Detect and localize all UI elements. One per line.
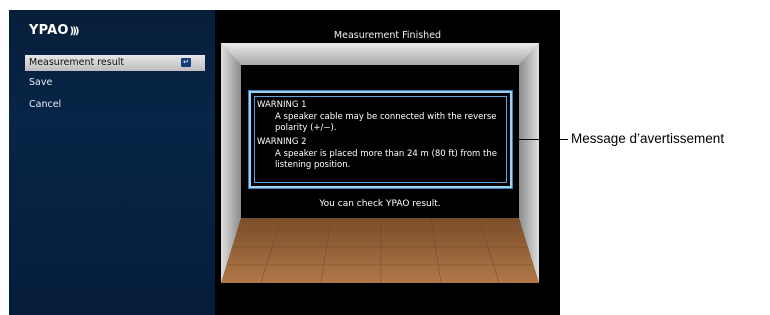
menu-item-cancel[interactable]: Cancel	[25, 97, 205, 113]
logo-waves: )))	[69, 26, 80, 37]
warning-1-text: A speaker cable may be connected with th…	[275, 112, 497, 133]
ypao-screen: YPAO))) Measurement result ↵ Save Cancel…	[9, 10, 560, 315]
warning-1-title: WARNING 1	[257, 100, 307, 110]
warning-message-box: WARNING 1 A speaker cable may be connect…	[249, 91, 512, 188]
room-illustration: WARNING 1 A speaker cable may be connect…	[221, 43, 539, 283]
warning-2-title: WARNING 2	[257, 137, 307, 147]
warning-2-text: A speaker is placed more than 24 m (80 f…	[275, 149, 497, 170]
menu-item-measurement-result[interactable]: Measurement result ↵	[25, 55, 205, 71]
menu-item-label: Save	[29, 77, 53, 88]
logo-text: YPAO	[29, 23, 69, 38]
page-title: Measurement Finished	[333, 30, 442, 41]
menu-item-label: Measurement result	[29, 57, 125, 68]
result-panel: Measurement Finished WARNING 1 A speaker…	[215, 10, 560, 315]
menu-item-label: Cancel	[29, 99, 62, 110]
callout-line	[518, 139, 568, 140]
ypao-logo: YPAO)))	[29, 23, 80, 38]
enter-icon: ↵	[181, 58, 191, 67]
callout-label: Message d’avertissement	[571, 131, 725, 146]
menu-panel: YPAO))) Measurement result ↵ Save Cancel	[9, 10, 215, 315]
ypao-result-note: You can check YPAO result.	[319, 199, 441, 209]
menu-item-save[interactable]: Save	[25, 75, 205, 91]
